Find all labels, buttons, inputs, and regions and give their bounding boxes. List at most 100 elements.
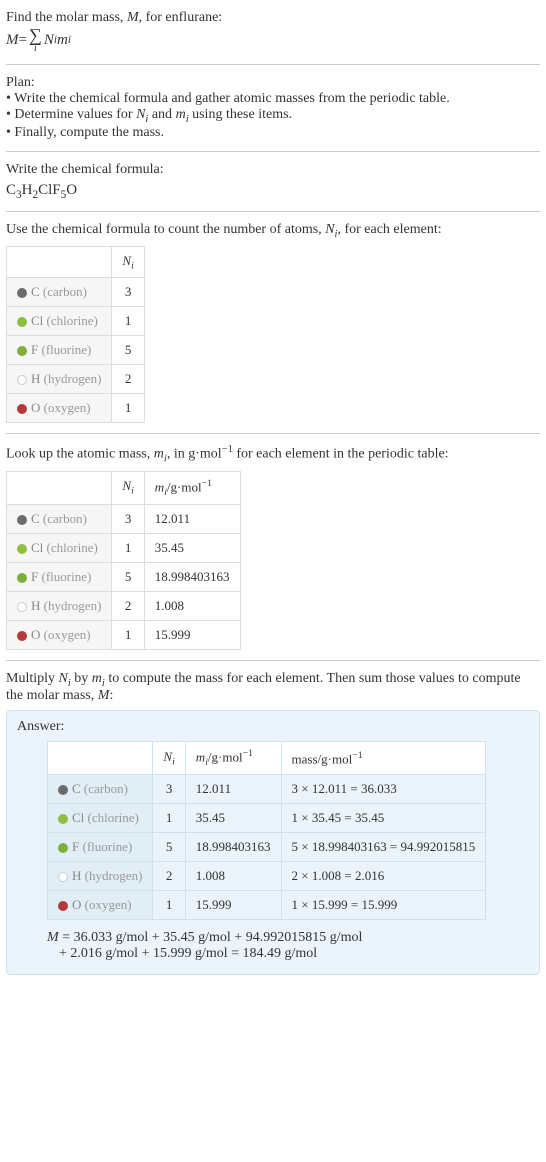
element-cell: O (oxygen) bbox=[48, 891, 153, 920]
table-header-row: Ni mi/g·mol−1 bbox=[7, 471, 241, 504]
var-N: N bbox=[325, 222, 334, 237]
element-cell: F (fluorine) bbox=[7, 336, 112, 365]
element-cell: F (fluorine) bbox=[48, 833, 153, 862]
count-section: Use the chemical formula to count the nu… bbox=[6, 216, 540, 429]
divider bbox=[6, 211, 540, 212]
table-row: O (oxygen)1 bbox=[7, 394, 145, 423]
var-N: N bbox=[59, 671, 68, 686]
col-N: Ni bbox=[153, 742, 185, 775]
swatch-icon bbox=[17, 515, 27, 525]
swatch-icon bbox=[58, 785, 68, 795]
intro-section: Find the molar mass, M, for enflurane: M… bbox=[6, 4, 540, 60]
var-N: N bbox=[44, 32, 54, 49]
count-table: Ni C (carbon)3 Cl (chlorine)1 F (fluorin… bbox=[6, 246, 145, 424]
col-m: mi/g·mol−1 bbox=[144, 471, 240, 504]
text: , for enflurane: bbox=[139, 10, 223, 25]
table-row: C (carbon)312.011 bbox=[7, 504, 241, 533]
n-value: 5 bbox=[112, 562, 144, 591]
element-cell: H (hydrogen) bbox=[7, 591, 112, 620]
swatch-icon bbox=[17, 346, 27, 356]
swatch-icon bbox=[58, 901, 68, 911]
n-value: 5 bbox=[112, 336, 144, 365]
blank-header bbox=[7, 471, 112, 504]
col-mass: mass/g·mol−1 bbox=[281, 742, 486, 775]
element-name: (chlorine) bbox=[88, 810, 139, 825]
n-value: 1 bbox=[112, 394, 144, 423]
table-row: H (hydrogen)21.0082 × 1.008 = 2.016 bbox=[48, 862, 486, 891]
element-symbol: F bbox=[31, 569, 38, 584]
swatch-icon bbox=[17, 544, 27, 554]
table-row: O (oxygen)115.999 bbox=[7, 620, 241, 649]
answer-box: Answer: Ni mi/g·mol−1 mass/g·mol−1 C (ca… bbox=[6, 710, 540, 975]
swatch-icon bbox=[58, 872, 68, 882]
element-cell: F (fluorine) bbox=[7, 562, 112, 591]
var-N: N bbox=[163, 749, 172, 764]
lookup-table: Ni mi/g·mol−1 C (carbon)312.011 Cl (chlo… bbox=[6, 471, 241, 650]
var-M: M bbox=[127, 10, 139, 25]
var-N: N bbox=[122, 253, 131, 268]
n-value: 1 bbox=[153, 804, 185, 833]
element-symbol: Cl bbox=[72, 810, 84, 825]
n-value: 2 bbox=[112, 591, 144, 620]
sym-C: C bbox=[6, 182, 16, 198]
m-value: 1.008 bbox=[185, 862, 281, 891]
table-row: C (carbon)312.0113 × 12.011 = 36.033 bbox=[48, 775, 486, 804]
lhs: M bbox=[6, 32, 19, 49]
element-symbol: F bbox=[31, 342, 38, 357]
sigma-sub: i bbox=[34, 44, 37, 54]
element-symbol: H bbox=[31, 598, 40, 613]
element-symbol: H bbox=[72, 868, 81, 883]
m-value: 18.998403163 bbox=[185, 833, 281, 862]
n-value: 3 bbox=[112, 504, 144, 533]
table-row: Cl (chlorine)135.451 × 35.45 = 35.45 bbox=[48, 804, 486, 833]
element-cell: Cl (chlorine) bbox=[48, 804, 153, 833]
n-value: 1 bbox=[112, 307, 144, 336]
table-row: Cl (chlorine)135.45 bbox=[7, 533, 241, 562]
sub-i: i bbox=[131, 260, 134, 271]
element-name: (hydrogen) bbox=[44, 598, 102, 613]
m-value: 1.008 bbox=[144, 591, 240, 620]
element-symbol: Cl bbox=[31, 313, 43, 328]
mass-value: 1 × 15.999 = 15.999 bbox=[281, 891, 486, 920]
swatch-icon bbox=[17, 317, 27, 327]
divider bbox=[6, 64, 540, 65]
sym-H: H bbox=[22, 182, 33, 198]
blank-header bbox=[7, 246, 112, 278]
text: by bbox=[71, 671, 92, 686]
n-value: 3 bbox=[153, 775, 185, 804]
element-name: (chlorine) bbox=[47, 313, 98, 328]
mass-value: 2 × 1.008 = 2.016 bbox=[281, 862, 486, 891]
element-name: (hydrogen) bbox=[44, 371, 102, 386]
sigma-icon: ∑ i bbox=[29, 26, 42, 54]
element-name: (carbon) bbox=[43, 511, 87, 526]
text: for each element in the periodic table: bbox=[233, 447, 449, 462]
sigma-symbol: ∑ bbox=[29, 26, 42, 44]
sym-Cl: Cl bbox=[38, 182, 52, 198]
plan-heading: Plan: bbox=[6, 75, 540, 91]
element-symbol: O bbox=[72, 897, 81, 912]
chemical-formula: C3H2ClF5O bbox=[6, 182, 540, 201]
table-header-row: Ni mi/g·mol−1 mass/g·mol−1 bbox=[48, 742, 486, 775]
unit: /g·mol bbox=[208, 750, 243, 765]
n-value: 5 bbox=[153, 833, 185, 862]
element-cell: O (oxygen) bbox=[7, 620, 112, 649]
m-value: 12.011 bbox=[144, 504, 240, 533]
text: , for each element: bbox=[337, 222, 441, 237]
lookup-text: Look up the atomic mass, mi, in g·mol−1 … bbox=[6, 444, 540, 464]
element-name: (fluorine) bbox=[82, 839, 132, 854]
sub-i: i bbox=[68, 34, 71, 46]
swatch-icon bbox=[17, 404, 27, 414]
text: using these items. bbox=[189, 107, 292, 122]
n-value: 2 bbox=[112, 365, 144, 394]
mass-value: 3 × 12.011 = 36.033 bbox=[281, 775, 486, 804]
divider bbox=[6, 433, 540, 434]
table-row: Cl (chlorine) 1 bbox=[7, 307, 145, 336]
element-cell: Cl (chlorine) bbox=[7, 533, 112, 562]
final-result: M = 36.033 g/mol + 35.45 g/mol + 94.9920… bbox=[17, 930, 529, 962]
chemical-formula-section: Write the chemical formula: C3H2ClF5O bbox=[6, 156, 540, 207]
divider bbox=[6, 151, 540, 152]
element-cell: C (carbon) bbox=[7, 504, 112, 533]
text: Multiply bbox=[6, 671, 59, 686]
element-name: (oxygen) bbox=[44, 627, 91, 642]
mass-value: 1 × 35.45 = 35.45 bbox=[281, 804, 486, 833]
